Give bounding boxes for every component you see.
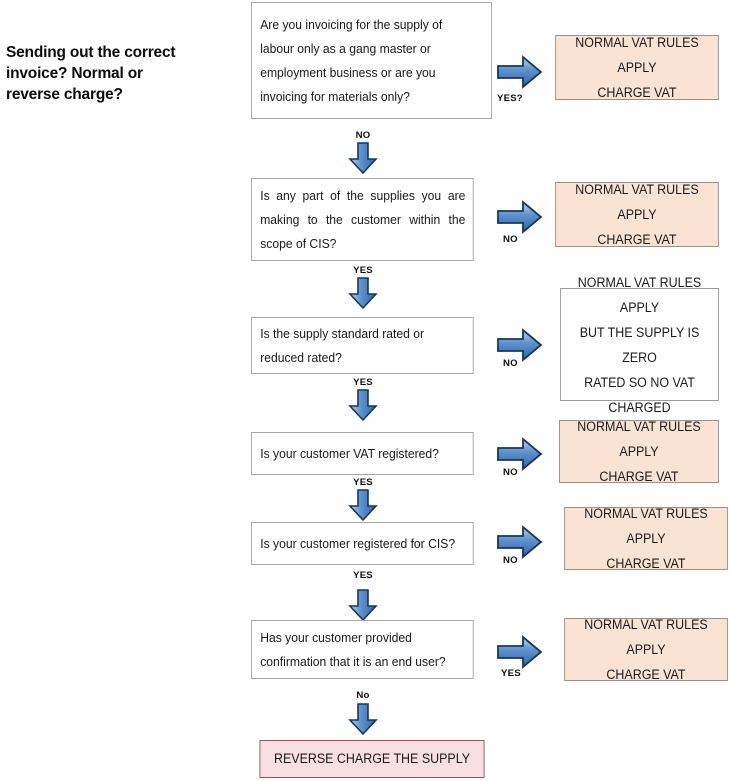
outcome-5-line-1: NORMAL VAT RULES APPLY <box>584 506 708 546</box>
flowchart-canvas: Sending out the correct invoice? Normal … <box>0 0 730 781</box>
outcome-6-line-1: NORMAL VAT RULES APPLY <box>584 617 708 657</box>
branch-label-down-2: YES <box>353 265 373 276</box>
branch-label-down-5: YES <box>353 570 373 581</box>
question-3-line-2: reduced rated? <box>260 349 342 365</box>
outcome-4-line-1: NORMAL VAT RULES APPLY <box>577 419 701 459</box>
page-title-line-3: reverse charge? <box>6 86 123 103</box>
branch-label-down-1: NO <box>355 130 371 141</box>
question-2-line-3: scope of CIS? <box>260 235 337 251</box>
arrow-right-1 <box>497 55 543 89</box>
branch-label-down-3: YES <box>353 377 373 388</box>
question-1-line-3: employment business or are you <box>260 64 436 80</box>
question-box-2: Is any part of the supplies you are maki… <box>251 178 474 261</box>
outcome-2-line-2: CHARGE VAT <box>597 232 677 247</box>
outcome-box-4: NORMAL VAT RULES APPLY CHARGE VAT <box>559 419 719 484</box>
branch-label-right-6: YES <box>501 668 521 679</box>
final-result-box: REVERSE CHARGE THE SUPPLY <box>259 740 485 778</box>
branch-label-down-4: YES <box>353 477 373 488</box>
arrow-right-5 <box>497 525 543 559</box>
question-box-3: Is the supply standard rated or reduced … <box>251 317 474 374</box>
question-2-line-2: making to the customer within the <box>260 211 466 227</box>
page-title-line-2: invoice? Normal or <box>6 65 143 82</box>
arrow-down-5 <box>348 589 378 622</box>
arrow-right-6 <box>497 635 543 669</box>
outcome-box-6: NORMAL VAT RULES APPLY CHARGE VAT <box>564 617 728 682</box>
question-box-6: Has your customer provided confirmation … <box>251 620 474 679</box>
outcome-box-5: NORMAL VAT RULES APPLY CHARGE VAT <box>564 506 728 571</box>
question-6-line-1: Has your customer provided <box>260 629 412 645</box>
outcome-6-line-2: CHARGE VAT <box>606 667 686 682</box>
outcome-box-1: NORMAL VAT RULES APPLY CHARGE VAT <box>555 35 719 100</box>
branch-label-right-2: NO <box>503 234 518 245</box>
question-box-1: Are you invoicing for the supply of labo… <box>251 2 493 119</box>
arrow-down-2 <box>348 277 378 310</box>
question-1-line-2: labour only as a gang master or <box>260 40 431 56</box>
arrow-down-1 <box>348 142 378 175</box>
outcome-4-line-2: CHARGE VAT <box>599 469 679 484</box>
question-box-4: Is your customer VAT registered? <box>251 432 474 475</box>
outcome-1-line-1: NORMAL VAT RULES APPLY <box>575 35 699 75</box>
arrow-right-2 <box>497 200 543 234</box>
question-1-line-4: invoicing for materials only? <box>260 88 410 104</box>
branch-label-right-1: YES? <box>497 93 523 104</box>
branch-label-down-6: No <box>356 690 370 701</box>
question-box-5: Is your customer registered for CIS? <box>251 522 474 565</box>
outcome-2-line-1: NORMAL VAT RULES APPLY <box>575 182 699 222</box>
arrow-right-4 <box>497 437 543 471</box>
outcome-box-2: NORMAL VAT RULES APPLY CHARGE VAT <box>555 182 719 247</box>
outcome-3-line-1: NORMAL VAT RULES APPLY <box>577 274 702 315</box>
branch-label-right-5: NO <box>503 555 518 566</box>
page-title-line-1: Sending out the correct <box>6 44 176 61</box>
question-4-line-1: Is your customer VAT registered? <box>260 445 439 461</box>
question-2-line-1: Is any part of the supplies you are <box>260 187 466 203</box>
question-5-line-1: Is your customer registered for CIS? <box>260 535 456 551</box>
question-6-line-2: confirmation that it is an end user? <box>260 653 446 669</box>
question-3-line-1: Is the supply standard rated or <box>260 325 425 341</box>
page-title: Sending out the correct invoice? Normal … <box>6 42 231 105</box>
final-result-label: REVERSE CHARGE THE SUPPLY <box>273 751 471 766</box>
branch-label-right-3: NO <box>503 358 518 369</box>
arrow-down-4 <box>348 489 378 522</box>
outcome-3-line-2: BUT THE SUPPLY IS ZERO <box>579 324 700 365</box>
outcome-3-line-3: RATED SO NO VAT <box>584 374 695 390</box>
outcome-5-line-2: CHARGE VAT <box>606 556 686 571</box>
branch-label-right-4: NO <box>503 467 518 478</box>
arrow-right-3 <box>497 328 543 362</box>
arrow-down-6 <box>348 703 378 736</box>
arrow-down-3 <box>348 389 378 422</box>
question-1-line-1: Are you invoicing for the supply of <box>260 16 443 32</box>
outcome-1-line-2: CHARGE VAT <box>597 85 677 100</box>
outcome-box-3: NORMAL VAT RULES APPLY BUT THE SUPPLY IS… <box>559 275 720 415</box>
